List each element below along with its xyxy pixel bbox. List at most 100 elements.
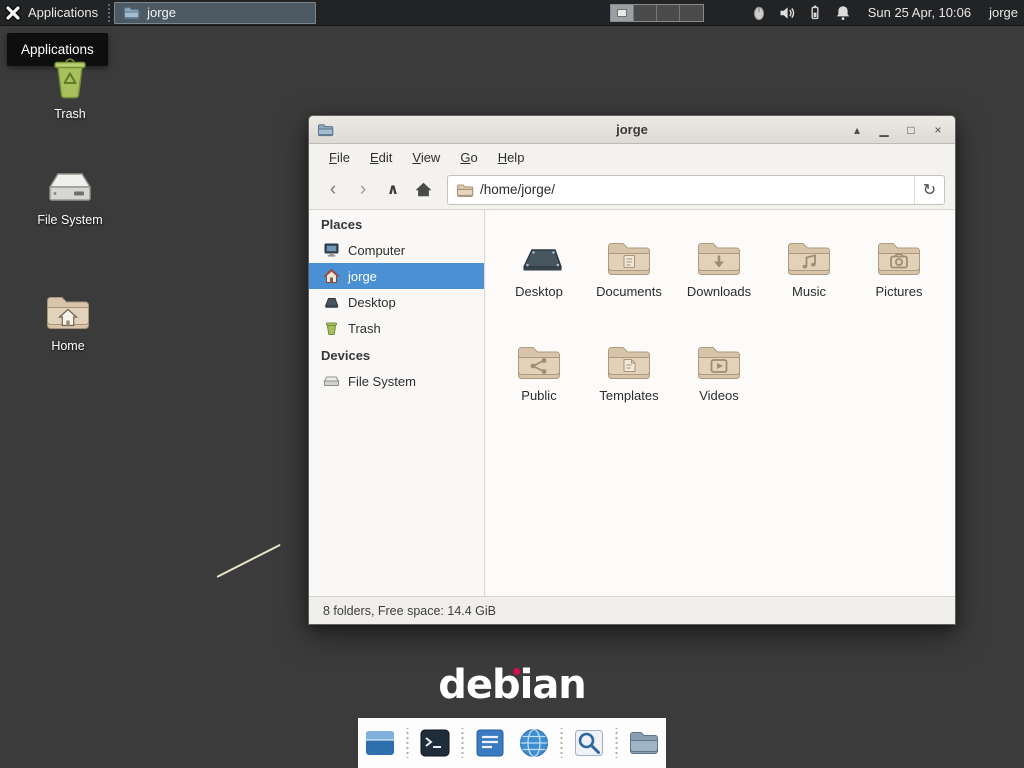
minimize-button[interactable]: ▁ [877,123,891,137]
bottom-dock [358,718,666,768]
templates-folder-icon [605,344,653,382]
panel-clock[interactable]: Sun 25 Apr, 10:06 [868,5,971,20]
shade-button[interactable]: ▴ [850,123,864,137]
dock-application-finder[interactable] [570,724,608,762]
desktop-icon-label: Home [51,339,84,353]
sidebar-item-computer[interactable]: Computer [309,237,484,263]
sidebar-item-jorge[interactable]: jorge [309,263,484,289]
file-label: Documents [596,284,662,299]
file-label: Downloads [687,284,751,299]
workspace-4[interactable] [680,5,703,21]
dock-folder[interactable] [625,724,663,762]
forward-button[interactable]: › [349,176,377,204]
file-item-pictures[interactable]: Pictures [854,224,944,320]
computer-icon [323,242,340,258]
places-sidebar: Places Computer jorge Desktop [309,210,485,596]
window-folder-icon [123,6,140,20]
file-item-videos[interactable]: Videos [674,328,764,424]
menu-view[interactable]: View [402,146,450,169]
menu-edit[interactable]: Edit [360,146,402,169]
dock-handle[interactable] [614,728,619,758]
panel-user-menu[interactable]: jorge [989,5,1018,20]
magnifier-icon [572,726,606,760]
status-text: 8 folders, Free space: 14.4 GiB [323,604,496,618]
file-item-documents[interactable]: Documents [584,224,674,320]
dock-terminal[interactable] [416,724,454,762]
sidebar-item-desktop[interactable]: Desktop [309,289,484,315]
system-tray [750,4,852,22]
location-bar[interactable]: /home/jorge/ ↻ [447,175,945,205]
workspace-window-preview [617,9,627,17]
desktop-icon-trash[interactable]: Trash [20,52,120,121]
dock-handle[interactable] [559,728,564,758]
workspace-2[interactable] [634,5,657,21]
pictures-folder-icon [875,240,923,278]
debian-red-dot [513,668,520,675]
text-editor-icon [473,726,507,760]
file-label: Pictures [876,284,923,299]
dock-text-editor[interactable] [471,724,509,762]
desktop-icon-home[interactable]: Home [18,294,118,353]
home-folder-icon [44,294,92,334]
tool-bar: ‹ › ∧ /home/jorge/ ↻ [309,170,955,210]
documents-folder-icon [605,240,653,278]
dock-file-manager[interactable] [361,724,399,762]
file-manager-icon [363,726,397,760]
desktop-icon-label: File System [37,213,102,227]
globe-icon [517,726,551,760]
menu-file[interactable]: File [319,146,360,169]
volume-icon[interactable] [778,4,796,22]
dock-handle[interactable] [460,728,465,758]
file-manager-window: jorge ▴ ▁ □ × File Edit View Go Help ‹ ›… [308,115,956,625]
home-icon [323,268,340,284]
taskbar-window-button[interactable]: jorge [114,2,316,24]
file-label: Videos [699,388,739,403]
applications-menu-label: Applications [28,5,98,20]
mouse-input-icon[interactable] [750,4,768,22]
home-button[interactable] [409,176,437,204]
menu-help[interactable]: Help [488,146,535,169]
maximize-button[interactable]: □ [904,123,918,137]
pointer-artifact [217,544,281,578]
workspace-switcher [610,4,704,22]
menu-go[interactable]: Go [450,146,487,169]
taskbar-window-label: jorge [147,5,176,20]
file-view: Desktop Documents [486,210,955,596]
title-bar[interactable]: jorge ▴ ▁ □ × [309,116,955,144]
file-item-downloads[interactable]: Downloads [674,224,764,320]
home-icon [414,181,433,198]
up-button[interactable]: ∧ [379,176,407,204]
sidebar-item-label: Trash [348,321,381,336]
debian-wordmark: debian [438,662,586,708]
file-label: Desktop [515,284,563,299]
file-item-desktop[interactable]: Desktop [494,224,584,320]
dock-handle[interactable] [405,728,410,758]
sidebar-item-label: Computer [348,243,405,258]
desktop-icon [323,294,340,310]
sidebar-item-trash[interactable]: Trash [309,315,484,341]
workspace-3[interactable] [657,5,680,21]
file-item-music[interactable]: Music [764,224,854,320]
menu-bar: File Edit View Go Help [309,144,955,170]
desktop-icon [515,240,563,278]
dock-web-browser[interactable] [515,724,553,762]
notification-bell-icon[interactable] [834,4,852,22]
battery-icon[interactable] [806,4,824,22]
workspace-1[interactable] [611,5,634,21]
drive-icon [323,373,340,389]
file-item-templates[interactable]: Templates [584,328,674,424]
path-text: /home/jorge/ [480,182,555,197]
sidebar-header-devices: Devices [309,341,484,368]
top-panel: Applications jorge [0,0,1024,26]
file-item-public[interactable]: Public [494,328,584,424]
desktop-icon-file-system[interactable]: File System [20,164,120,227]
path-folder-icon [456,183,474,198]
applications-menu-button[interactable]: Applications [0,0,106,25]
close-button[interactable]: × [931,123,945,137]
sidebar-item-file-system[interactable]: File System [309,368,484,394]
status-bar: 8 folders, Free space: 14.4 GiB [309,596,955,624]
sidebar-item-label: File System [348,374,416,389]
file-label: Music [792,284,826,299]
back-button[interactable]: ‹ [319,176,347,204]
reload-button[interactable]: ↻ [914,176,944,204]
